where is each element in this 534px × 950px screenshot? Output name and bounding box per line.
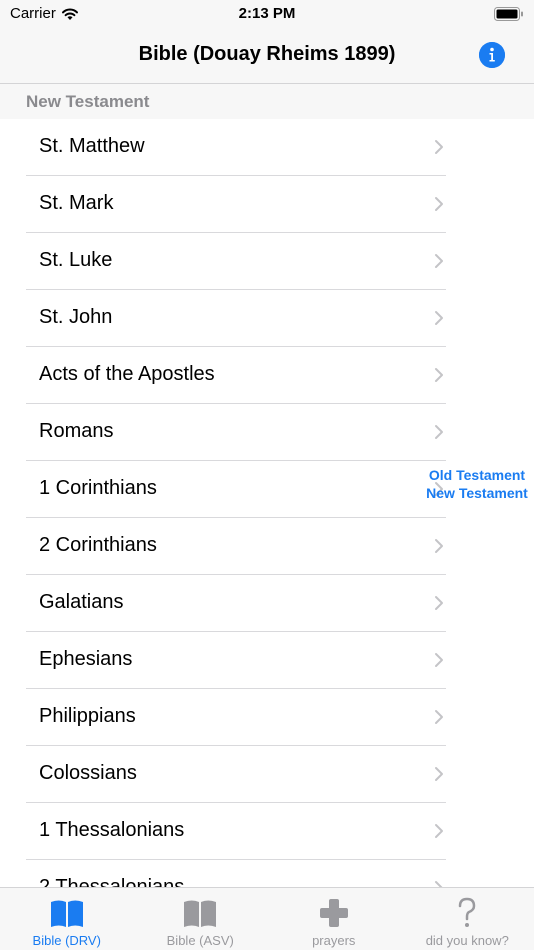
- page-title: Bible (Douay Rheims 1899): [138, 43, 396, 65]
- chevron-right-icon: [435, 197, 443, 211]
- tab-bible-drv[interactable]: Bible (DRV): [0, 888, 134, 950]
- list-item[interactable]: 1 Corinthians: [26, 461, 446, 518]
- chevron-right-icon: [435, 710, 443, 724]
- chevron-right-icon: [435, 140, 443, 154]
- tab-label: Bible (ASV): [166, 933, 234, 948]
- list-item[interactable]: Ephesians: [26, 632, 446, 689]
- book-label: Ephesians: [39, 648, 133, 670]
- book-label: St. Luke: [39, 249, 113, 271]
- chevron-right-icon: [435, 767, 443, 781]
- battery-icon: [494, 7, 523, 21]
- chevron-right-icon: [435, 425, 443, 439]
- tab-label: did you know?: [425, 933, 509, 948]
- navigation-bar: Bible (Douay Rheims 1899): [0, 28, 534, 84]
- list-item[interactable]: Acts of the Apostles: [26, 347, 446, 404]
- chevron-right-icon: [435, 881, 443, 887]
- book-icon: [184, 900, 217, 927]
- list-item[interactable]: St. Luke: [26, 233, 446, 290]
- book-label: Galatians: [39, 591, 124, 613]
- tab-did-you-know[interactable]: did you know?: [401, 888, 534, 950]
- book-label: Romans: [39, 420, 114, 442]
- list-item[interactable]: Philippians: [26, 689, 446, 746]
- info-button[interactable]: [479, 42, 505, 68]
- book-label: St. John: [39, 306, 113, 328]
- info-circle-icon: [479, 42, 505, 68]
- book-label: St. Mark: [39, 192, 114, 214]
- book-label: 1 Thessalonians: [39, 819, 185, 841]
- chevron-right-icon: [435, 539, 443, 553]
- book-label: 1 Corinthians: [39, 477, 157, 499]
- book-label: St. Matthew: [39, 135, 145, 157]
- list-item[interactable]: Colossians: [26, 746, 446, 803]
- index-old-testament[interactable]: Old Testament: [420, 466, 534, 484]
- section-index: Old Testament New Testament: [420, 466, 534, 502]
- book-label: 2 Thessalonians: [39, 876, 185, 887]
- chevron-right-icon: [435, 596, 443, 610]
- tab-bible-asv[interactable]: Bible (ASV): [134, 888, 268, 950]
- chevron-right-icon: [435, 653, 443, 667]
- chevron-right-icon: [435, 254, 443, 268]
- book-label: Philippians: [39, 705, 136, 727]
- chevron-right-icon: [435, 311, 443, 325]
- section-header: New Testament: [0, 84, 534, 119]
- book-label: 2 Corinthians: [39, 534, 157, 556]
- index-new-testament[interactable]: New Testament: [420, 484, 534, 502]
- cross-icon: [319, 899, 348, 927]
- list-item[interactable]: 2 Corinthians: [26, 518, 446, 575]
- chevron-right-icon: [435, 824, 443, 838]
- list-item[interactable]: 1 Thessalonians: [26, 803, 446, 860]
- book-label: Acts of the Apostles: [39, 363, 215, 385]
- list-item[interactable]: Galatians: [26, 575, 446, 632]
- section-header-label: New Testament: [26, 92, 150, 111]
- book-list[interactable]: St. Matthew St. Mark St. Luke St. John A…: [0, 119, 534, 887]
- list-item[interactable]: St. Mark: [26, 176, 446, 233]
- tab-label: Bible (DRV): [32, 933, 101, 948]
- status-time: 2:13 PM: [238, 5, 296, 22]
- tab-prayers[interactable]: prayers: [267, 888, 401, 950]
- status-bar: Carrier 2:13 PM: [0, 0, 534, 28]
- list-item[interactable]: 2 Thessalonians: [26, 860, 446, 887]
- list-item[interactable]: St. John: [26, 290, 446, 347]
- tab-bar: Bible (DRV) Bible (ASV) prayers did you …: [0, 887, 534, 950]
- question-icon: [459, 897, 476, 927]
- tab-label: prayers: [312, 933, 356, 948]
- book-label: Colossians: [39, 762, 137, 784]
- list-item[interactable]: Romans: [26, 404, 446, 461]
- chevron-right-icon: [435, 368, 443, 382]
- list-item[interactable]: St. Matthew: [26, 119, 446, 176]
- book-icon: [50, 900, 83, 927]
